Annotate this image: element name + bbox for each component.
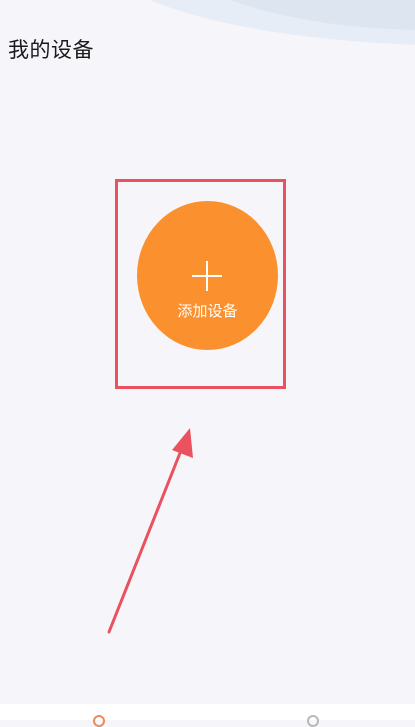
device-tab-icon[interactable] [93, 715, 105, 727]
profile-tab-icon[interactable] [307, 715, 319, 727]
bottom-tab-bar [0, 704, 415, 727]
annotation-arrow [107, 428, 193, 634]
